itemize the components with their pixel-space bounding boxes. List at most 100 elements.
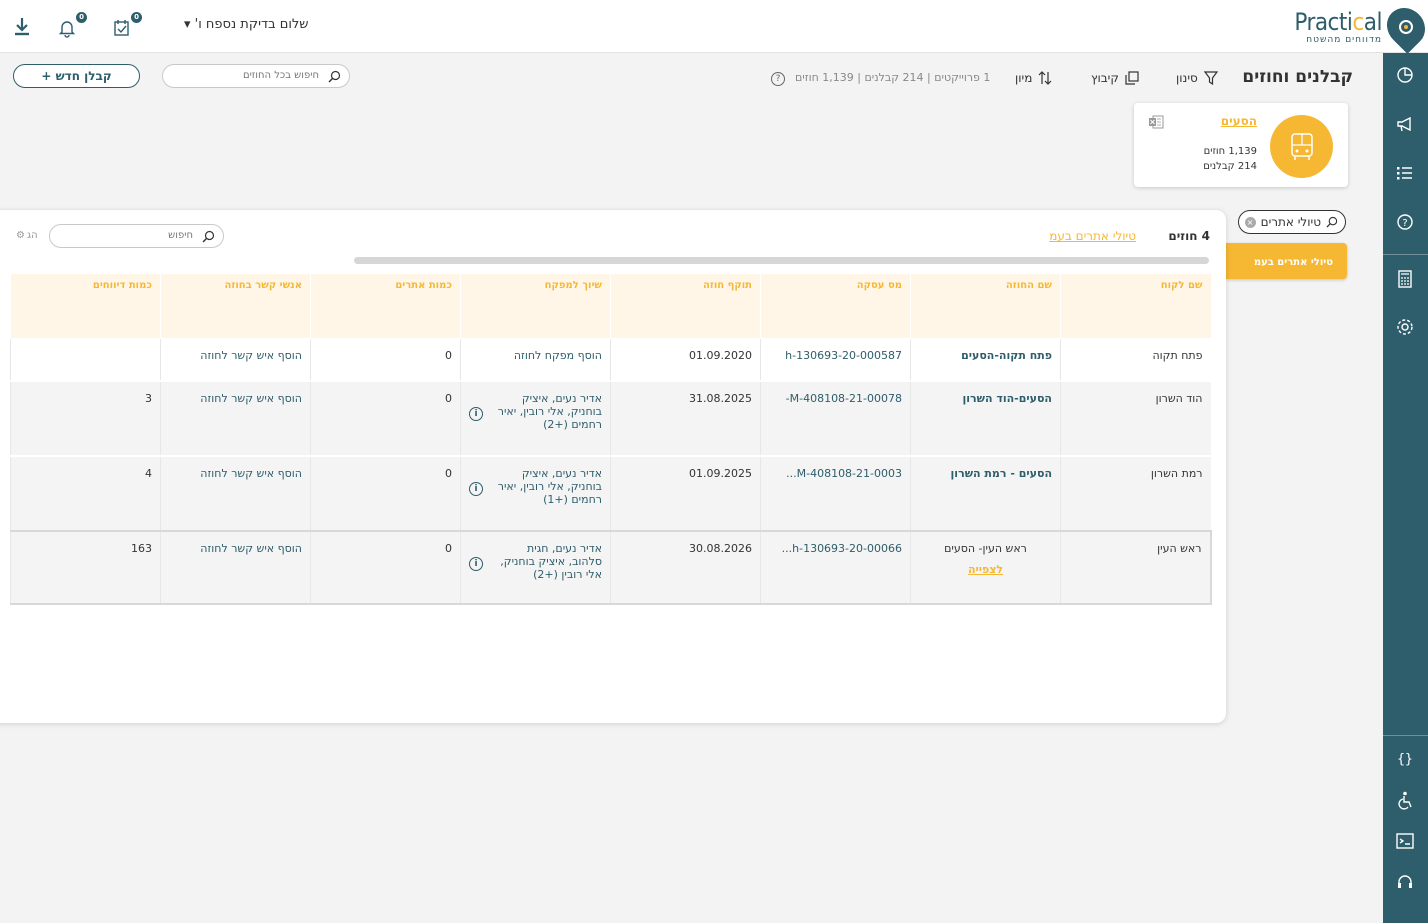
- cell-contract[interactable]: הסעים - רמת השרון: [910, 455, 1061, 531]
- group-button[interactable]: קיבוץ: [1091, 70, 1140, 86]
- add-supervisor-link[interactable]: הוסף מפקח לחוזה: [460, 337, 611, 381]
- faq-icon[interactable]: ?: [1395, 212, 1415, 232]
- notifications-badge: 0: [76, 12, 87, 23]
- table-settings-button[interactable]: ⚙ הג: [16, 230, 38, 241]
- cell-client: רמת השרון: [1060, 455, 1211, 531]
- cell-sites: 0: [310, 380, 461, 456]
- col-contract-expiry[interactable]: תוקף חוזה: [610, 274, 761, 338]
- table-row[interactable]: הוד השרון הסעים-הוד השרון M-408108-21-00…: [10, 380, 1211, 456]
- cell-sites: 0: [310, 337, 461, 381]
- right-sidebar: ? {}: [1383, 53, 1428, 923]
- contracts-panel: 4 חוזים טיולי אתרים בעמ חיפוש ⚙ הג שם לקו…: [0, 210, 1226, 723]
- bus-icon: [1270, 115, 1333, 178]
- col-reports-count[interactable]: כמות דיווחים: [10, 274, 161, 338]
- panel-search-input[interactable]: חיפוש: [49, 224, 224, 248]
- new-contractor-button[interactable]: + קבלן חדש: [13, 64, 140, 88]
- cell-expiry: 31.08.2025: [610, 380, 761, 456]
- cell-supervisor: אדיר נעים, איציק בוחניק, אלי רובין, יאיר…: [460, 380, 611, 456]
- add-contact-link[interactable]: הוסף איש קשר לחוזה: [160, 337, 311, 381]
- gear-icon: ⚙: [16, 230, 25, 241]
- sort-button[interactable]: מיון: [1015, 70, 1053, 86]
- cell-client: הוד השרון: [1060, 380, 1211, 456]
- cell-expiry: 30.08.2026: [610, 530, 761, 605]
- terminal-icon[interactable]: [1395, 831, 1415, 851]
- cell-deal: h-130693-20-00066...: [760, 530, 911, 605]
- clear-chip-icon[interactable]: ×: [1244, 216, 1256, 228]
- logo-subtitle: מדווחים מהשטח: [1306, 35, 1382, 45]
- col-contacts[interactable]: אנשי קשר בחוזה: [160, 274, 311, 338]
- info-icon[interactable]: i: [469, 407, 483, 421]
- tasks-badge: 0: [131, 12, 142, 23]
- col-sites-count[interactable]: כמות אתרים: [310, 274, 461, 338]
- search-icon: [202, 230, 215, 243]
- cell-expiry: 01.09.2020: [610, 337, 761, 381]
- supervisor-names: אדיר נעים, איציק בוחניק, אלי רובין, יאיר…: [497, 392, 602, 431]
- dashboard-icon[interactable]: [1395, 65, 1415, 85]
- help-icon[interactable]: ?: [771, 72, 785, 86]
- list-icon[interactable]: [1395, 163, 1415, 183]
- filter-icon: [1203, 71, 1219, 86]
- notifications-icon[interactable]: 0: [57, 12, 87, 40]
- info-icon[interactable]: i: [469, 482, 483, 496]
- summary-counts: 1 פרוייקטים | 214 קבלנים | 1,139 חוזים: [795, 71, 991, 84]
- table-row[interactable]: רמת השרון הסעים - רמת השרון M-408108-21-…: [10, 455, 1211, 531]
- tasks-icon[interactable]: 0: [112, 12, 142, 40]
- global-search-input[interactable]: חיפוש בכל החוזים: [162, 64, 350, 88]
- app-logo[interactable]: Practical מדווחים מהשטח: [1294, 0, 1428, 54]
- col-client-name[interactable]: שם לקוח: [1060, 274, 1211, 338]
- search-icon: [1326, 216, 1338, 228]
- cell-supervisor: אדיר נעים, חגית סלהוב, איציק בוחניק, אלי…: [460, 530, 611, 605]
- table-row-hovered[interactable]: ראש העין ראש העין- הסעים לצפייה h-130693…: [10, 530, 1212, 605]
- calculator-icon[interactable]: [1395, 269, 1415, 289]
- cell-deal: M-408108-21-00078-: [760, 380, 911, 456]
- download-icon[interactable]: [12, 14, 38, 40]
- logo-word: Practical: [1294, 8, 1382, 36]
- filter-chip[interactable]: טיולי אתרים ×: [1238, 210, 1346, 234]
- cell-contract[interactable]: הסעים-הוד השרון: [910, 380, 1061, 456]
- add-contact-link[interactable]: הוסף איש קשר לחוזה: [160, 455, 311, 531]
- megaphone-icon[interactable]: [1395, 114, 1415, 134]
- cell-contract[interactable]: פתח תקוה-הסעים: [910, 337, 1061, 381]
- code-icon[interactable]: {}: [1395, 748, 1415, 768]
- cell-reports: [10, 337, 161, 381]
- cell-contract: ראש העין- הסעים לצפייה: [910, 530, 1061, 605]
- cell-sites: 0: [310, 530, 461, 605]
- contractor-link[interactable]: טיולי אתרים בעמ: [1049, 229, 1136, 243]
- filter-button[interactable]: סינון: [1176, 70, 1219, 86]
- excel-export-icon[interactable]: [1148, 115, 1164, 129]
- contracts-count: 4 חוזים: [1168, 229, 1210, 243]
- top-bar: Practical מדווחים מהשטח שלום בדיקת נספח …: [0, 0, 1428, 54]
- sidebar-divider-bottom: [1383, 735, 1428, 736]
- contractor-list-item[interactable]: טיולי אתרים בעמ: [1226, 243, 1347, 279]
- support-headset-icon[interactable]: [1395, 872, 1415, 892]
- view-link[interactable]: לצפייה: [919, 563, 1052, 576]
- sort-icon: [1038, 71, 1052, 85]
- contracts-table: שם לקוח שם החוזה מס עסקה תוקף חוזה שיוך …: [10, 274, 1212, 605]
- cell-reports: 3: [10, 380, 161, 456]
- contractor-category-card[interactable]: הסעים 1,139 חוזים 214 קבלנים: [1134, 103, 1348, 187]
- cell-supervisor: אדיר נעים, איציק בוחניק, אלי רובין, יאיר…: [460, 455, 611, 531]
- add-contact-link[interactable]: הוסף איש קשר לחוזה: [160, 380, 311, 456]
- sidebar-divider: [1383, 254, 1428, 255]
- cell-deal: h-130693-20-000587: [760, 337, 911, 381]
- info-icon[interactable]: i: [469, 557, 483, 571]
- page-title: קבלנים וחוזים: [1242, 67, 1353, 87]
- add-contact-link[interactable]: הוסף איש קשר לחוזה: [160, 530, 311, 605]
- cell-reports: 163: [10, 530, 161, 605]
- settings-icon[interactable]: [1395, 317, 1415, 337]
- horizontal-scrollbar[interactable]: [354, 257, 1209, 264]
- col-deal-number[interactable]: מס עסקה: [760, 274, 911, 338]
- user-greeting-menu[interactable]: שלום בדיקת נספח ו' ▾: [184, 17, 309, 32]
- col-contract-name[interactable]: שם החוזה: [910, 274, 1061, 338]
- card-contractors-count: 214 קבלנים: [1203, 161, 1257, 172]
- table-row[interactable]: פתח תקוה פתח תקוה-הסעים h-130693-20-0005…: [10, 337, 1211, 381]
- cell-sites: 0: [310, 455, 461, 531]
- card-contracts-count: 1,139 חוזים: [1203, 146, 1257, 157]
- svg-text:{}: {}: [1397, 752, 1413, 767]
- accessibility-icon[interactable]: [1395, 790, 1415, 810]
- table-header-row: שם לקוח שם החוזה מס עסקה תוקף חוזה שיוך …: [10, 274, 1211, 338]
- card-title[interactable]: הסעים: [1221, 114, 1257, 128]
- col-supervisor[interactable]: שיוך למפקח: [460, 274, 611, 338]
- cell-reports: 4: [10, 455, 161, 531]
- contract-name: ראש העין- הסעים: [944, 542, 1027, 555]
